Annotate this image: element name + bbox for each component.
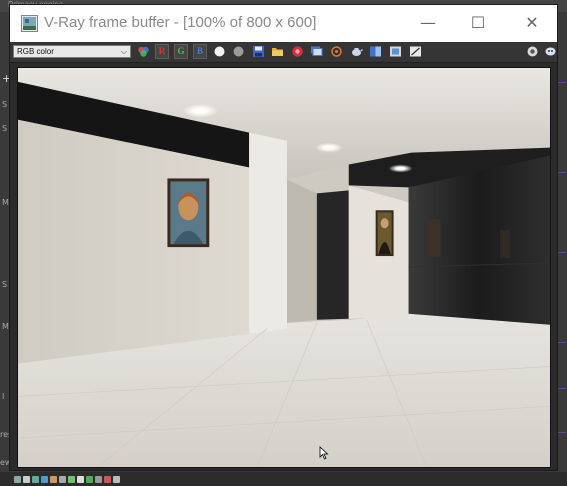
close-button[interactable]: ✕ [512,10,552,36]
options-icon[interactable] [544,45,557,58]
mono-gray-icon[interactable] [232,45,245,58]
background-app-status-bar [0,472,567,486]
painting-portrait [375,210,394,257]
reflected-painting [426,219,441,258]
track-mouse-icon[interactable] [330,45,343,58]
open-folder-icon[interactable] [271,45,284,58]
vray-app-icon [21,15,38,32]
ceiling-light [314,142,343,153]
status-icon[interactable] [23,475,30,483]
color-wheel-icon[interactable] [137,45,150,58]
vray-frame-buffer-window: V-Ray frame buffer - [100% of 800 x 600]… [9,4,558,471]
compare-icon[interactable] [369,45,382,58]
status-icon[interactable] [32,475,39,483]
blue-channel-button[interactable]: B [193,44,207,59]
mono-white-icon[interactable] [213,45,226,58]
status-icon[interactable] [104,475,111,483]
pixel-info-icon[interactable] [389,45,402,58]
status-icon[interactable] [14,475,21,483]
color-correct-icon[interactable] [409,45,422,58]
save-icon[interactable] [252,45,265,58]
panel-marker: M [2,322,9,331]
status-icon[interactable] [77,475,84,483]
mouse-cursor-icon [319,446,329,460]
render-viewport[interactable] [17,67,551,468]
panel-marker: S [2,280,8,289]
window-titlebar[interactable]: V-Ray frame buffer - [100% of 800 x 600]… [10,5,557,42]
status-icon[interactable] [41,475,48,483]
channel-select[interactable]: RGB color ⌵ [13,45,131,58]
corridor-wall [286,179,317,323]
red-channel-button[interactable]: R [155,44,169,59]
stop-render-icon[interactable] [291,45,304,58]
ceiling-light [182,103,219,118]
window-title: V-Ray frame buffer - [100% of 800 x 600] [44,14,317,31]
panel-marker: M [2,198,9,207]
panel-marker: S [2,124,8,133]
status-icon[interactable] [95,475,102,483]
green-channel-button[interactable]: G [174,44,188,59]
reflected-painting [500,230,511,259]
column [249,132,287,334]
channel-select-value: RGB color [17,47,54,56]
painting-self-portrait [167,178,210,248]
panel-marker: I [2,392,5,401]
ceiling-light [388,164,413,173]
status-icon[interactable] [59,475,66,483]
status-icon[interactable] [113,475,120,483]
status-icon[interactable] [50,475,57,483]
status-icon[interactable] [68,475,75,483]
teapot-render-icon[interactable] [350,45,363,58]
chevron-down-icon: ⌵ [120,47,127,56]
maximize-button[interactable]: ☐ [458,10,498,36]
status-icon[interactable] [86,475,93,483]
minimize-button[interactable]: — [408,10,448,36]
vfb-toolbar: RGB color ⌵ R G B [10,42,557,63]
lens-effects-icon[interactable] [526,45,539,58]
corridor-dark-wall [316,190,349,320]
panel-marker: S [2,100,8,109]
background-app-right-panel [557,12,567,474]
region-render-icon[interactable] [310,45,323,58]
